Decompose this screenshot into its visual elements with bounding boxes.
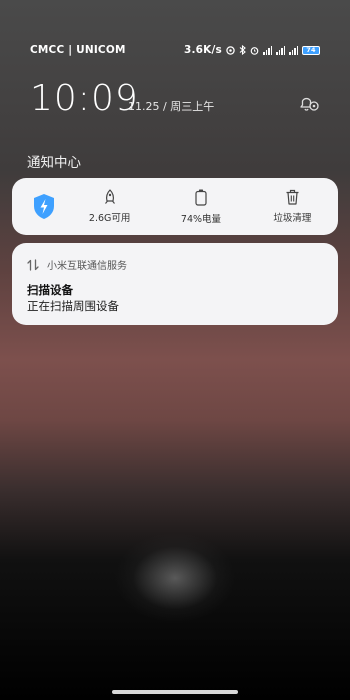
notification-settings-icon[interactable] (298, 94, 320, 112)
shield-icon (34, 194, 54, 219)
notification-title: 扫描设备 (27, 283, 73, 297)
status-icons: 3.6K/s 74 (184, 44, 320, 56)
memory-label: 2.6G可用 (88, 213, 131, 224)
quick-panel: 2.6G可用 74%电量 垃圾清理 (12, 178, 338, 235)
clock-time: 10:09 (30, 78, 139, 119)
notification-card[interactable]: 小米互联通信服务 扫描设备 正在扫描周围设备 (12, 243, 338, 325)
rocket-icon (104, 189, 115, 204)
bluetooth-icon (239, 45, 246, 55)
memory-quick-item[interactable]: 2.6G可用 (64, 189, 155, 224)
alarm-icon (250, 46, 259, 55)
home-indicator[interactable] (112, 690, 238, 694)
net-speed: 3.6K/s (183, 44, 222, 56)
battery-quick-item[interactable]: 74%电量 (155, 189, 246, 225)
carrier-label: CMCC | UNICOM (30, 44, 126, 56)
battery-icon (195, 189, 207, 206)
notification-center-title: 通知中心 (27, 155, 81, 171)
transfer-arrows-icon (27, 258, 39, 271)
notification-body: 正在扫描周围设备 (27, 299, 119, 313)
notification-app-name: 小米互联通信服务 (47, 261, 127, 272)
wifi-signal-icon (289, 45, 298, 55)
trash-icon (286, 189, 299, 205)
signal-2-icon (276, 45, 285, 55)
security-shield-button[interactable] (24, 193, 64, 220)
cleaner-quick-item[interactable]: 垃圾清理 (247, 189, 338, 224)
notification-app-row: 小米互联通信服务 (27, 257, 127, 272)
status-bar: CMCC | UNICOM 3.6K/s 74 (30, 40, 320, 60)
signal-1-icon (263, 45, 272, 55)
clock-date: 11.25 / 周三上午 (128, 100, 215, 113)
battery-label: 74%电量 (180, 213, 222, 225)
hotspot-icon (226, 45, 235, 55)
cleaner-label: 垃圾清理 (273, 213, 312, 224)
battery-indicator: 74 (302, 45, 320, 55)
